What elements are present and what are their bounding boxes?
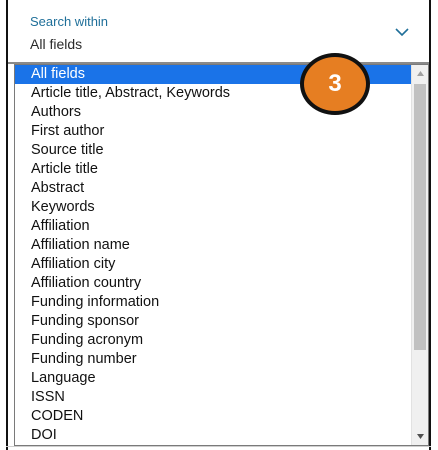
option-item[interactable]: Source title: [15, 141, 411, 160]
option-item[interactable]: CODEN: [15, 407, 411, 426]
option-list: All fields Article title, Abstract, Keyw…: [15, 65, 411, 445]
option-item[interactable]: Affiliation: [15, 217, 411, 236]
option-item[interactable]: Funding number: [15, 350, 411, 369]
search-within-value: All fields: [30, 36, 83, 52]
option-item[interactable]: Funding information: [15, 293, 411, 312]
search-within-listbox[interactable]: All fields Article title, Abstract, Keyw…: [14, 64, 429, 446]
option-item[interactable]: Keywords: [15, 198, 411, 217]
scrollbar-thumb[interactable]: [414, 84, 426, 350]
scroll-up-arrow-icon[interactable]: [412, 65, 429, 82]
option-item[interactable]: DOI: [15, 426, 411, 445]
option-item[interactable]: Funding sponsor: [15, 312, 411, 331]
option-item[interactable]: Language: [15, 369, 411, 388]
vertical-scrollbar[interactable]: [411, 65, 428, 445]
option-item[interactable]: Funding acronym: [15, 331, 411, 350]
option-item[interactable]: Affiliation name: [15, 236, 411, 255]
bottom-divider: [6, 446, 431, 450]
option-item[interactable]: First author: [15, 122, 411, 141]
chevron-down-icon[interactable]: [394, 26, 410, 38]
scroll-down-arrow-icon[interactable]: [412, 428, 429, 445]
search-within-select[interactable]: Search within All fields: [8, 0, 429, 64]
option-item[interactable]: Affiliation country: [15, 274, 411, 293]
search-within-label: Search within: [30, 14, 109, 29]
option-item[interactable]: Affiliation city: [15, 255, 411, 274]
option-item[interactable]: Article title: [15, 160, 411, 179]
step-number-badge: 3: [300, 53, 370, 115]
option-item[interactable]: ISSN: [15, 388, 411, 407]
step-number: 3: [328, 70, 342, 97]
option-item[interactable]: Abstract: [15, 179, 411, 198]
